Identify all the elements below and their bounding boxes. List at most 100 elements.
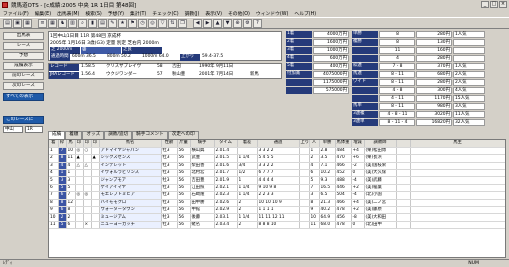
table-icon[interactable]: ▤ bbox=[98, 18, 107, 28]
help-icon[interactable]: ? bbox=[253, 18, 262, 28]
zoom-icon[interactable]: ⊕ bbox=[233, 18, 242, 28]
column-header[interactable]: 枠 bbox=[58, 140, 67, 148]
jra-record-horse: ウクジワンダー bbox=[106, 72, 137, 77]
list-icon[interactable]: ≡ bbox=[38, 18, 47, 28]
menu-total[interactable]: 集計(T) bbox=[127, 10, 149, 17]
table-cell bbox=[91, 169, 100, 178]
tab-training[interactable]: 調教/追切 bbox=[104, 131, 133, 139]
column-header[interactable]: 印 bbox=[91, 140, 100, 148]
menu-help[interactable]: ヘルプ(H) bbox=[291, 10, 319, 17]
prev-icon[interactable]: ◀ bbox=[193, 18, 202, 28]
table-row[interactable]: 11 5 6 × ニューヨーカッチ 牡3 56 蛯名 2.03.4 2 8 8 8 10 11 68.0… bbox=[49, 221, 505, 230]
table-row[interactable]: 4 1 1 イヴォルラビリンス 牡3 56 北村宏 2.01.7 1/2 6 7 7 7 6 10.2… bbox=[49, 169, 505, 178]
table-row[interactable]: 2 8 11 ▲ ▲ シックスセンス 牡3 56 武豊 2.01.5 1 1/4 5 4 5 5 2 3.… bbox=[49, 154, 505, 163]
column-header[interactable]: 調教師 bbox=[364, 140, 397, 148]
title-bar: 競馬道OTS - [c成績:2005 中央 1R 1日目 第48回] _ □ × bbox=[0, 0, 509, 9]
table-row[interactable]: 5 3 3 ジャンプモア 牡3 56 吉田豊 2.01.9 1 4 4 4 4 5 9.3 488 -4(… bbox=[49, 176, 505, 185]
horse-icon[interactable]: ♞ bbox=[58, 18, 67, 28]
menu-search[interactable]: 検索(S) bbox=[82, 10, 104, 17]
result-tabs: 成績 着順 オッズ 調教/追切 騎手コメント 次走への印 bbox=[48, 131, 199, 139]
menu-file[interactable]: ファイル(F) bbox=[0, 10, 32, 17]
tab-jockey-comment[interactable]: 騎手コメント bbox=[132, 131, 168, 139]
menu-entries[interactable]: 出馬表(M) bbox=[54, 10, 82, 17]
race-select[interactable]: 1R bbox=[25, 126, 43, 133]
column-header[interactable]: 増減 bbox=[351, 140, 365, 148]
table-row[interactable]: 6 5 5 ケイアイマヤ 牡3 56 江田照 2.02.1 1 1/4 9 10 9 8 7 16.5… bbox=[49, 184, 505, 193]
save-icon[interactable]: ▣ bbox=[13, 18, 22, 28]
sidebar-section-race[interactable]: このレースに bbox=[3, 116, 44, 124]
sidebar-item-predict[interactable]: 予想 bbox=[3, 52, 44, 60]
sidebar-item-entries[interactable]: 出馬表 bbox=[3, 32, 44, 40]
flag-icon[interactable]: ⚑ bbox=[128, 18, 137, 28]
table-row[interactable]: 10 2 2 ミュージアム 牡3 56 後藤 2.03.1 1 1/4 11 11 12 11 10… bbox=[49, 213, 505, 222]
column-header[interactable] bbox=[396, 140, 411, 148]
mark-icon[interactable]: ◎ bbox=[148, 18, 157, 28]
table-row[interactable]: 7 6 7 ◎ ◎ モエレプトミヒア 牡3 56 石崎隆 2.02.3 1 1/4 2 2 3 336… bbox=[49, 191, 505, 200]
race-header: 1回中山1日目 11R 第48回 京成杯 2005年 1月16日 3歳(G3) … bbox=[48, 31, 282, 61]
menu-window[interactable]: ウィンドウ(W) bbox=[253, 10, 291, 17]
column-header[interactable]: 性齢 bbox=[161, 140, 178, 148]
open-icon[interactable]: ▤ bbox=[3, 18, 12, 28]
close-button[interactable]: × bbox=[499, 1, 507, 8]
track-select[interactable]: 中山 bbox=[3, 126, 23, 133]
settings-icon[interactable]: ⚙ bbox=[243, 18, 252, 28]
chart-icon[interactable]: ▮ bbox=[88, 18, 97, 28]
table-cell: 1 bbox=[237, 176, 258, 185]
clock-icon[interactable]: ◷ bbox=[138, 18, 147, 28]
column-header[interactable]: 通過 bbox=[257, 140, 300, 148]
copy-icon[interactable]: ❐ bbox=[178, 18, 187, 28]
column-header[interactable]: 馬 bbox=[66, 140, 76, 148]
menu-edit[interactable]: 編集(E) bbox=[32, 10, 54, 17]
menu-predict[interactable]: 予想(Y) bbox=[105, 10, 127, 17]
tab-results[interactable]: 成績 bbox=[48, 131, 66, 139]
column-header[interactable]: タイム bbox=[214, 140, 238, 148]
column-header[interactable]: 着 bbox=[49, 140, 59, 148]
minimize-button[interactable]: _ bbox=[481, 1, 489, 8]
column-header[interactable]: 単勝 bbox=[319, 140, 336, 148]
sort-icon[interactable]: ⇅ bbox=[168, 18, 177, 28]
table-row[interactable]: 9 6 8 ウォータータウン 牡3 56 中館 2.02.9 2 1 1 1 1 9 40.2 478 +… bbox=[49, 206, 505, 215]
table-cell bbox=[299, 154, 310, 163]
sidebar-section-all[interactable]: すべての表示 bbox=[3, 93, 44, 101]
print-icon[interactable]: ▦ bbox=[23, 18, 32, 28]
maximize-button[interactable]: □ bbox=[490, 1, 498, 8]
split-800: 800m 50.2 bbox=[107, 54, 131, 59]
note-icon[interactable]: ✎ bbox=[108, 18, 117, 28]
menu-other[interactable]: その他(O) bbox=[225, 10, 253, 17]
jra-record-jockey: 秋山豊 bbox=[172, 72, 186, 77]
tab-odds[interactable]: オッズ bbox=[82, 131, 105, 139]
grid-icon[interactable]: ▦ bbox=[48, 18, 57, 28]
table-cell bbox=[410, 169, 505, 178]
table-row[interactable]: 8 8 12 ハイモモクロ 牡3 56 田中勝 2.02.6 2 10 10 10 9 8 21.3 4… bbox=[49, 199, 505, 208]
star-icon[interactable]: ★ bbox=[118, 18, 127, 28]
menu-check[interactable]: チェック(C) bbox=[149, 10, 181, 17]
sidebar-item-race[interactable]: レース bbox=[3, 42, 44, 50]
menu-training[interactable]: 調教(J) bbox=[182, 10, 203, 17]
table-cell: 2 bbox=[58, 213, 67, 222]
filter-icon[interactable]: ▽ bbox=[158, 18, 167, 28]
table-row[interactable]: 1 7 10 ◎ ○ アドマイヤジャパン 牡3 56 横山典 2.01.4 3 3 2 2 1 2.8 4… bbox=[49, 147, 505, 156]
tab-next-mark[interactable]: 次走への印 bbox=[167, 131, 199, 139]
table-cell: 56 bbox=[177, 213, 191, 222]
table-row[interactable]: 3 4 4 △ △ インテレット 牡3 56 柴田善 2.01.6 3/4 3 3 2 2 4 7.1 46… bbox=[49, 162, 505, 171]
column-header[interactable]: 人 bbox=[309, 140, 320, 148]
sidebar-item-results[interactable]: 成績表示 bbox=[3, 62, 44, 70]
column-header[interactable]: 馬名 bbox=[99, 140, 162, 148]
up-icon[interactable]: ▲ bbox=[213, 18, 222, 28]
tab-order[interactable]: 着順 bbox=[65, 131, 83, 139]
down-icon[interactable]: ▼ bbox=[223, 18, 232, 28]
column-header[interactable]: 印 bbox=[75, 140, 84, 148]
column-header[interactable]: 斤量 bbox=[177, 140, 191, 148]
sidebar-item-prev-race[interactable]: 前のレース bbox=[3, 72, 44, 80]
column-header[interactable]: 上り bbox=[299, 140, 310, 148]
search-icon[interactable]: ⌕ bbox=[78, 18, 87, 28]
menu-view[interactable]: 表示(V) bbox=[202, 10, 225, 17]
next-icon[interactable]: ▶ bbox=[203, 18, 212, 28]
column-header[interactable]: 着差 bbox=[237, 140, 258, 148]
column-header[interactable]: 馬主 bbox=[410, 140, 505, 148]
column-header[interactable]: 印 bbox=[83, 140, 92, 148]
sidebar-item-next-race[interactable]: 次のレース bbox=[3, 82, 44, 90]
column-header[interactable]: 馬体重 bbox=[335, 140, 352, 148]
column-header[interactable]: 騎手 bbox=[190, 140, 215, 148]
calendar-icon[interactable]: ▥ bbox=[68, 18, 77, 28]
